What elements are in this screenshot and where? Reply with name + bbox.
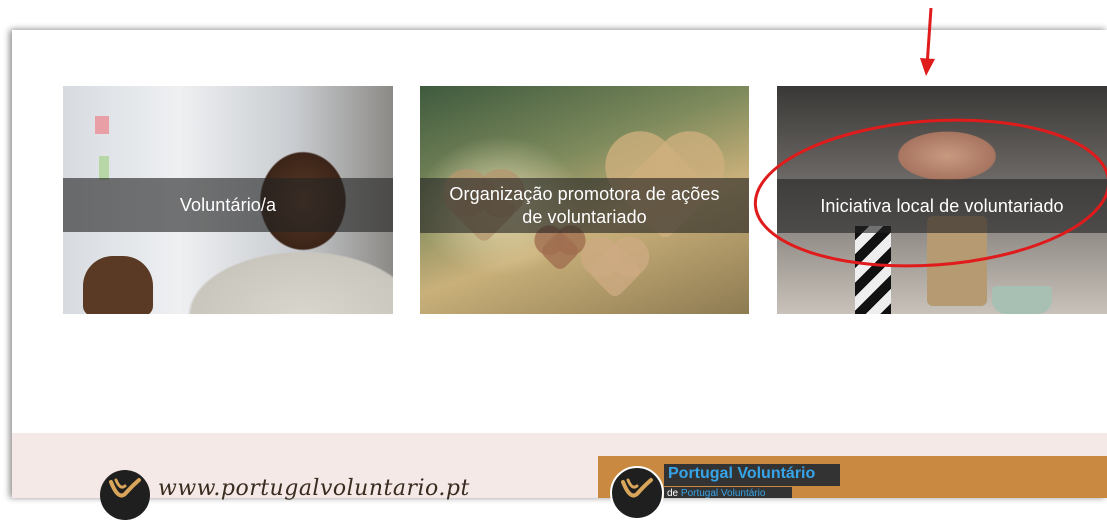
red-ellipse-annotation (753, 118, 1107, 268)
site-url-logo-text[interactable]: www.portugalvoluntario.pt (158, 476, 470, 501)
card-volunteer[interactable]: Voluntário/a (63, 86, 393, 314)
logo-mark-icon (621, 478, 653, 498)
card-label-band: Voluntário/a (63, 178, 393, 232)
card-label: Voluntário/a (179, 194, 277, 215)
card-label-band: Organização promotora de ações de volunt… (420, 178, 749, 233)
cup (992, 286, 1052, 314)
card-organization[interactable]: Organização promotora de ações de volunt… (420, 86, 749, 314)
heart-shape (586, 242, 644, 300)
card-label: Organização promotora de ações de volunt… (449, 183, 720, 227)
sticky-note (95, 116, 109, 134)
facebook-page-subtitle: de Portugal Voluntário (667, 488, 766, 499)
sticky-note (99, 156, 109, 180)
facebook-page-title[interactable]: Portugal Voluntário (668, 465, 815, 483)
facebook-page-avatar[interactable] (610, 466, 664, 520)
heart-shape (538, 229, 582, 273)
site-logo[interactable] (100, 470, 150, 520)
red-arrow-annotation (920, 7, 935, 76)
hand-gesture (83, 256, 153, 314)
logo-mark-icon (109, 478, 141, 498)
facebook-page-link[interactable]: Portugal Voluntário (681, 488, 766, 499)
